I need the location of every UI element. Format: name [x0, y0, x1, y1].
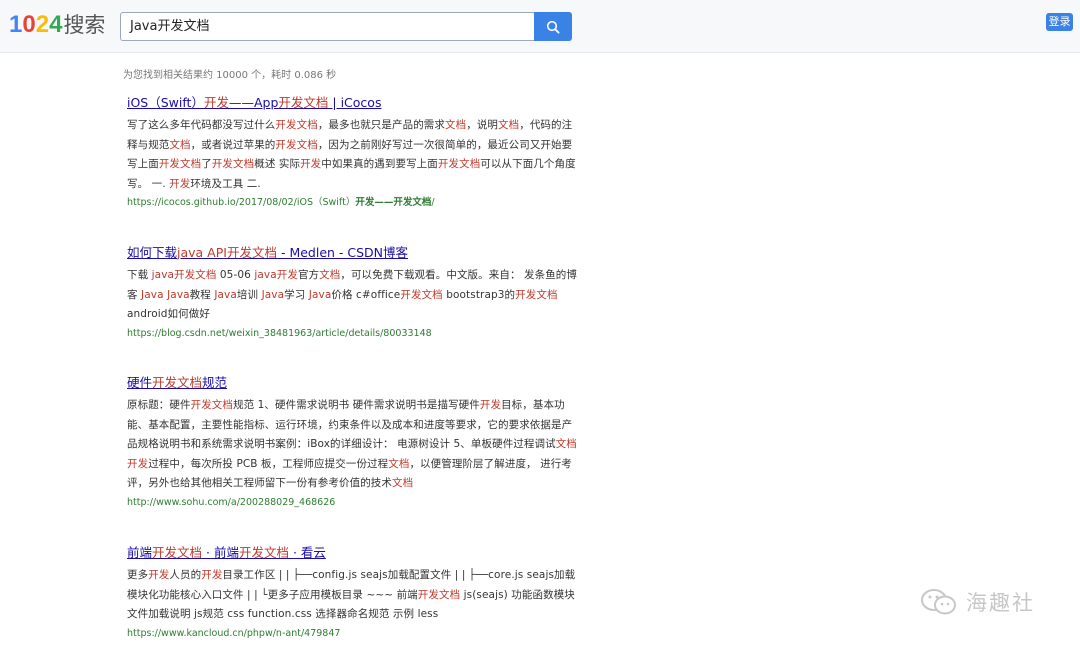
keyword-highlight: 开发文档 — [211, 158, 255, 170]
keyword-highlight: 文档 — [555, 438, 577, 450]
keyword-highlight: 文档 — [388, 457, 410, 470]
result-snippet: 更多开发人员的开发目录工作区 | | ├──config.js seajs加载配… — [127, 569, 576, 620]
keyword-highlight: 文档 — [319, 269, 341, 281]
search-input[interactable]: Java开发文档 — [120, 12, 535, 41]
login-button[interactable]: 登录 — [1046, 13, 1073, 31]
keyword-highlight: 开发文档 — [158, 158, 202, 170]
result-title-link[interactable]: iOS（Swift）开发——App开发文档 | iCocos — [127, 94, 577, 112]
keyword-highlight: 文档 — [445, 119, 467, 131]
result-snippet: 写了这么多年代码都没写过什么开发文档，最多也就只是产品的需求文档，说明文档，代码… — [127, 119, 576, 190]
keyword-highlight: 开发文档 — [417, 588, 461, 601]
result-url[interactable]: https://www.kancloud.cn/phpw/n-ant/47984… — [127, 625, 577, 643]
keyword-highlight: Java — [214, 288, 237, 301]
keyword-highlight: 文档 — [498, 119, 520, 131]
keyword-highlight: Java — [167, 288, 190, 301]
keyword-highlight: 开发 — [201, 569, 223, 581]
result-url[interactable]: https://blog.csdn.net/weixin_38481963/ar… — [127, 325, 577, 343]
logo[interactable]: 1024搜索 — [9, 10, 105, 40]
result-snippet: 下载 java开发文档 05-06 java开发官方文档，可以免费下载观看。中文… — [127, 269, 577, 320]
keyword-highlight: 开发 — [148, 569, 170, 581]
keyword-highlight: 开发 — [127, 457, 149, 470]
logo-digit: 0 — [22, 11, 36, 38]
keyword-highlight: Java — [261, 288, 285, 301]
result-item: iOS（Swift）开发——App开发文档 | iCocos 写了这么多年代码都… — [127, 94, 577, 212]
keyword-highlight: 开发 — [203, 95, 229, 110]
keyword-highlight: java开发 — [254, 269, 298, 281]
keyword-highlight: 开发文档 — [152, 375, 203, 390]
logo-digit: 1 — [9, 11, 23, 38]
keyword-highlight: 开发文档 — [152, 545, 203, 560]
logo-digit: 2 — [35, 11, 50, 38]
keyword-highlight: 开发文档 — [275, 138, 318, 151]
keyword-highlight: 开发——开发文档 — [355, 197, 432, 208]
result-item: 如何下载java API开发文档 - Medlen - CSDN博客 下载 ja… — [127, 244, 577, 343]
top-bar: 1024搜索 Java开发文档 登录 — [0, 0, 1080, 53]
search-button[interactable] — [534, 12, 572, 41]
result-title-link[interactable]: 如何下载java API开发文档 - Medlen - CSDN博客 — [127, 244, 577, 262]
search-icon — [546, 20, 560, 34]
keyword-highlight: 开发文档 — [515, 288, 558, 301]
keyword-highlight: 开发文档 — [400, 288, 443, 301]
result-item: 硬件开发文档规范 原标题：硬件开发文档规范 1、硬件需求说明书 硬件需求说明书是… — [127, 374, 577, 512]
watermark: 海趣社 — [920, 587, 1035, 617]
keyword-highlight: 文档 — [392, 477, 414, 489]
keyword-highlight: 开发文档 — [275, 119, 318, 131]
logo-text: 搜索 — [63, 14, 106, 37]
result-url[interactable]: https://icocos.github.io/2017/08/02/iOS（… — [127, 194, 577, 212]
logo-digit: 4 — [49, 11, 63, 38]
keyword-highlight: 开发文档 — [190, 399, 234, 411]
result-stats: 为您找到相关结果约 10000 个，耗时 0.086 秒 — [123, 70, 337, 81]
wechat-icon — [921, 589, 956, 615]
keyword-highlight: Java — [308, 288, 332, 301]
keyword-highlight: 开发文档 — [278, 95, 329, 110]
keyword-highlight: 开发 — [169, 177, 191, 190]
result-snippet: 原标题：硬件开发文档规范 1、硬件需求说明书 硬件需求说明书是描写硬件开发目标，… — [127, 399, 577, 489]
keyword-highlight: 开发文档 — [437, 158, 481, 170]
keyword-highlight: java开发文档 — [151, 269, 217, 281]
keyword-highlight: 开发文档 — [226, 245, 277, 260]
keyword-highlight: Java — [141, 288, 164, 301]
keyword-highlight: 文档 — [169, 138, 191, 151]
keyword-highlight: 开发文档 — [238, 545, 289, 560]
keyword-highlight: 开发 — [479, 399, 502, 411]
keyword-highlight: java API — [177, 245, 227, 260]
keyword-highlight: 开发 — [300, 158, 322, 170]
result-item: 前端开发文档 · 前端开发文档 · 看云 更多开发人员的开发目录工作区 | | … — [127, 544, 577, 643]
result-title-link[interactable]: 硬件开发文档规范 — [127, 374, 577, 392]
result-url[interactable]: http://www.sohu.com/a/200288029_468626 — [127, 494, 577, 512]
watermark-text: 海趣社 — [966, 591, 1035, 615]
result-title-link[interactable]: 前端开发文档 · 前端开发文档 · 看云 — [127, 544, 577, 562]
